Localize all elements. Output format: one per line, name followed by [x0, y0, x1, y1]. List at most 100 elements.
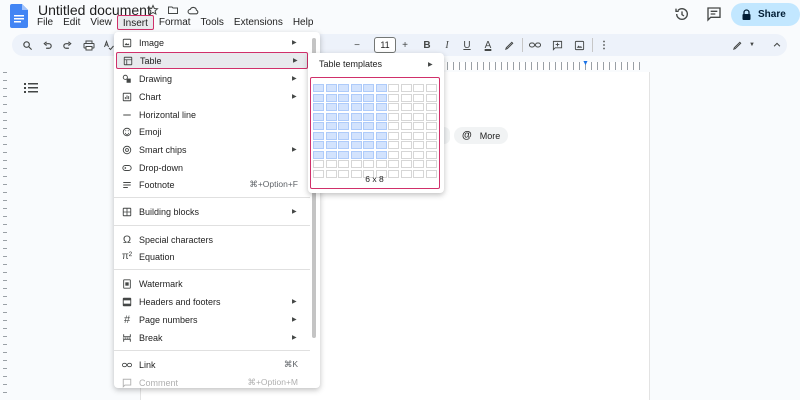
table-grid-cell[interactable] [375, 112, 387, 121]
table-grid-cell[interactable] [338, 141, 349, 149]
table-grid-cell[interactable] [363, 112, 374, 121]
table-grid-cell[interactable] [375, 141, 387, 149]
table-grid-cell[interactable] [325, 93, 337, 102]
share-button[interactable]: Share [731, 3, 800, 26]
table-grid-cell[interactable] [425, 122, 437, 130]
table-grid-cell[interactable] [363, 84, 374, 92]
table-grid-cell[interactable] [388, 160, 399, 168]
editing-mode-dropdown-icon[interactable]: ▼ [745, 38, 759, 52]
table-grid-cell[interactable] [400, 93, 412, 102]
table-grid-cell[interactable] [400, 103, 412, 111]
table-grid-cell[interactable] [338, 150, 349, 159]
table-grid-cell[interactable] [363, 141, 374, 149]
table-grid-cell[interactable] [425, 160, 437, 168]
hide-menus-chevron-icon[interactable] [770, 38, 784, 52]
editing-mode-pen-icon[interactable] [730, 38, 744, 52]
table-grid-cell[interactable] [325, 131, 337, 140]
docs-logo-icon[interactable] [10, 4, 28, 28]
table-grid-cell[interactable] [363, 160, 374, 168]
table-grid-cell[interactable] [313, 103, 324, 111]
table-grid-cell[interactable] [325, 84, 337, 92]
table-grid-cell[interactable] [413, 160, 424, 168]
table-grid-cell[interactable] [325, 141, 337, 149]
table-grid-cell[interactable] [413, 150, 424, 159]
table-grid-cell[interactable] [400, 84, 412, 92]
table-grid-cell[interactable] [313, 160, 324, 168]
table-grid-cell[interactable] [413, 131, 424, 140]
table-grid-cell[interactable] [413, 93, 424, 102]
increase-font-size-button[interactable]: + [398, 38, 412, 52]
table-grid-cell[interactable] [350, 160, 362, 168]
table-grid-cell[interactable] [350, 122, 362, 130]
table-size-grid[interactable] [313, 84, 437, 178]
insert-image-icon[interactable] [572, 38, 586, 52]
table-grid-cell[interactable] [388, 103, 399, 111]
table-grid-cell[interactable] [375, 103, 387, 111]
bold-button[interactable]: B [420, 38, 434, 52]
table-grid-cell[interactable] [413, 122, 424, 130]
menu-item-building-blocks[interactable]: Building blocks ▶ [114, 203, 320, 220]
menu-item-watermark[interactable]: Watermark [114, 275, 320, 292]
menu-item-smart-chips[interactable]: Smart chips ▶ [114, 141, 320, 158]
table-grid-cell[interactable] [338, 84, 349, 92]
menu-item-horizontal-line[interactable]: Horizontal line [114, 106, 320, 123]
table-grid-cell[interactable] [425, 131, 437, 140]
table-grid-cell[interactable] [425, 150, 437, 159]
menu-item-footnote[interactable]: Footnote ⌘+Option+F [114, 176, 320, 193]
table-grid-cell[interactable] [313, 84, 324, 92]
menu-tools[interactable]: Tools [196, 15, 229, 30]
more-chip[interactable]: @ More [454, 127, 508, 144]
table-grid-cell[interactable] [350, 150, 362, 159]
highlight-pen-icon[interactable] [502, 38, 516, 52]
table-grid-cell[interactable] [388, 131, 399, 140]
table-grid-cell[interactable] [413, 112, 424, 121]
table-grid-cell[interactable] [313, 93, 324, 102]
table-grid-cell[interactable] [350, 141, 362, 149]
menu-item-special-characters[interactable]: Ω Special characters [114, 231, 320, 248]
table-grid-cell[interactable] [325, 112, 337, 121]
table-grid-cell[interactable] [375, 93, 387, 102]
menu-item-drawing[interactable]: Drawing ▶ [114, 70, 320, 87]
table-grid-cell[interactable] [425, 84, 437, 92]
table-grid-cell[interactable] [413, 84, 424, 92]
menu-edit[interactable]: Edit [58, 15, 85, 30]
document-outline-icon[interactable] [24, 82, 38, 94]
table-templates-item[interactable]: Table templates [319, 59, 382, 69]
table-grid-cell[interactable] [363, 103, 374, 111]
table-grid-cell[interactable] [313, 150, 324, 159]
table-grid-cell[interactable] [388, 112, 399, 121]
print-icon[interactable] [82, 38, 96, 52]
table-grid-cell[interactable] [400, 131, 412, 140]
table-grid-cell[interactable] [350, 93, 362, 102]
table-grid-cell[interactable] [325, 150, 337, 159]
table-grid-cell[interactable] [413, 103, 424, 111]
table-grid-cell[interactable] [388, 122, 399, 130]
table-grid-cell[interactable] [363, 150, 374, 159]
menu-insert[interactable]: Insert [116, 15, 154, 30]
table-grid-cell[interactable] [413, 141, 424, 149]
table-grid-cell[interactable] [375, 160, 387, 168]
table-grid-cell[interactable] [350, 112, 362, 121]
table-grid-cell[interactable] [388, 84, 399, 92]
table-grid-cell[interactable] [325, 160, 337, 168]
table-grid-cell[interactable] [338, 112, 349, 121]
table-grid-cell[interactable] [375, 150, 387, 159]
table-grid-cell[interactable] [313, 122, 324, 130]
menu-item-drop-down[interactable]: Drop-down [114, 159, 320, 176]
menu-item-image[interactable]: Image ▶ [114, 34, 320, 51]
vertical-ruler[interactable] [0, 72, 10, 400]
table-grid-cell[interactable] [375, 122, 387, 130]
table-grid-cell[interactable] [400, 141, 412, 149]
menu-item-headers-and-footers[interactable]: Headers and footers ▶ [114, 293, 320, 310]
table-grid-cell[interactable] [350, 131, 362, 140]
table-grid-cell[interactable] [338, 160, 349, 168]
table-grid-cell[interactable] [375, 84, 387, 92]
menu-item-link[interactable]: Link ⌘K [114, 356, 320, 373]
table-grid-cell[interactable] [425, 112, 437, 121]
menu-item-break[interactable]: Break ▶ [114, 329, 320, 346]
table-grid-cell[interactable] [350, 103, 362, 111]
right-indent-marker-icon[interactable]: ▼ [582, 60, 589, 67]
add-comment-icon[interactable] [550, 38, 564, 52]
table-grid-cell[interactable] [313, 131, 324, 140]
table-grid-cell[interactable] [375, 131, 387, 140]
